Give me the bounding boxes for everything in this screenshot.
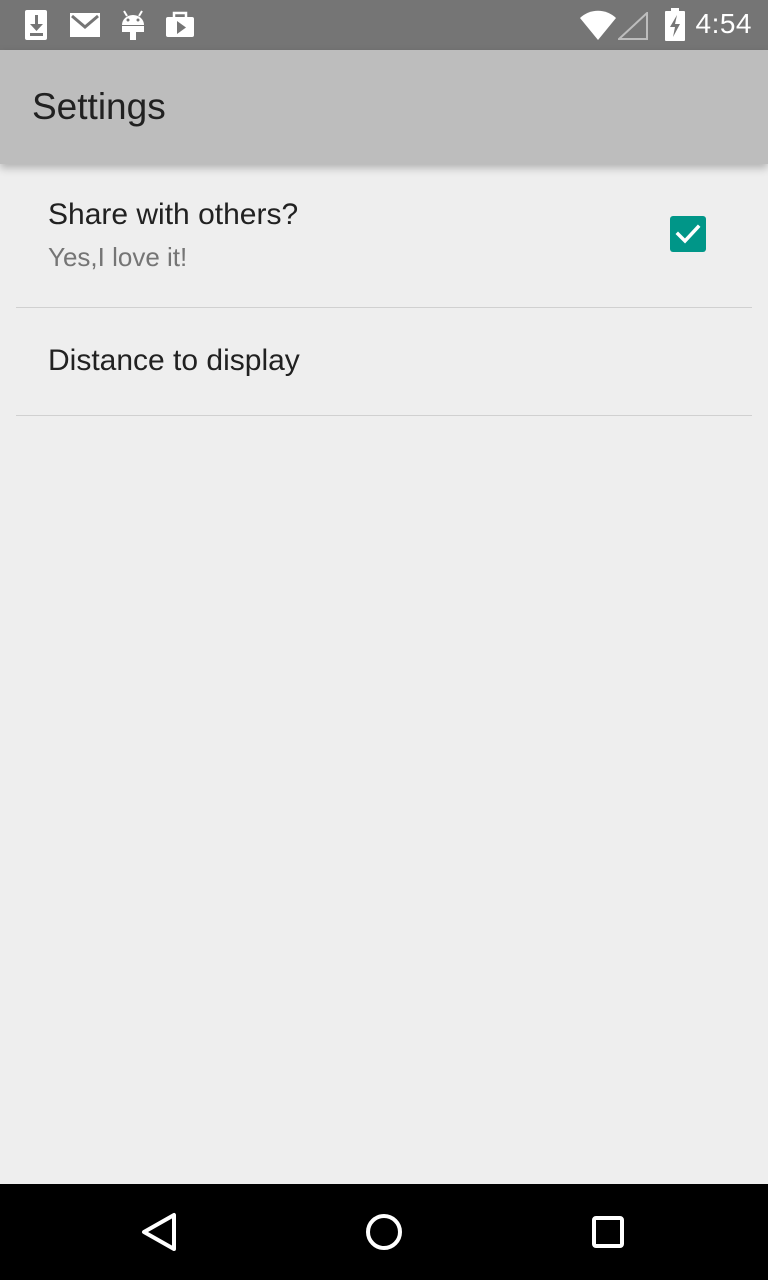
status-bar: 4:54 [0,0,768,50]
app-bar: Settings [0,50,768,164]
wifi-icon [580,10,616,40]
page-title: Settings [32,86,166,127]
play-store-icon [166,11,194,37]
preference-title: Share with others? [48,198,299,231]
android-icon [122,10,144,40]
clock: 4:54 [695,8,752,39]
preference-summary: Yes,I love it! [48,242,188,272]
download-icon [25,10,47,40]
battery-charging-icon [665,8,685,41]
home-icon[interactable] [360,1208,408,1256]
navigation-bar [0,1184,768,1280]
preference-title: Distance to display [48,344,300,377]
preference-share-with-others[interactable]: Share with others? Yes,I love it! [0,164,768,308]
share-checkbox[interactable] [670,216,706,252]
preferences-list: Share with others? Yes,I love it! Distan… [0,164,768,1184]
gmail-icon [70,13,100,37]
recents-icon[interactable] [584,1208,632,1256]
check-icon [675,224,701,244]
back-icon[interactable] [136,1208,184,1256]
preference-distance-to-display[interactable]: Distance to display [0,308,768,416]
divider [16,415,752,416]
signal-icon [618,12,648,40]
